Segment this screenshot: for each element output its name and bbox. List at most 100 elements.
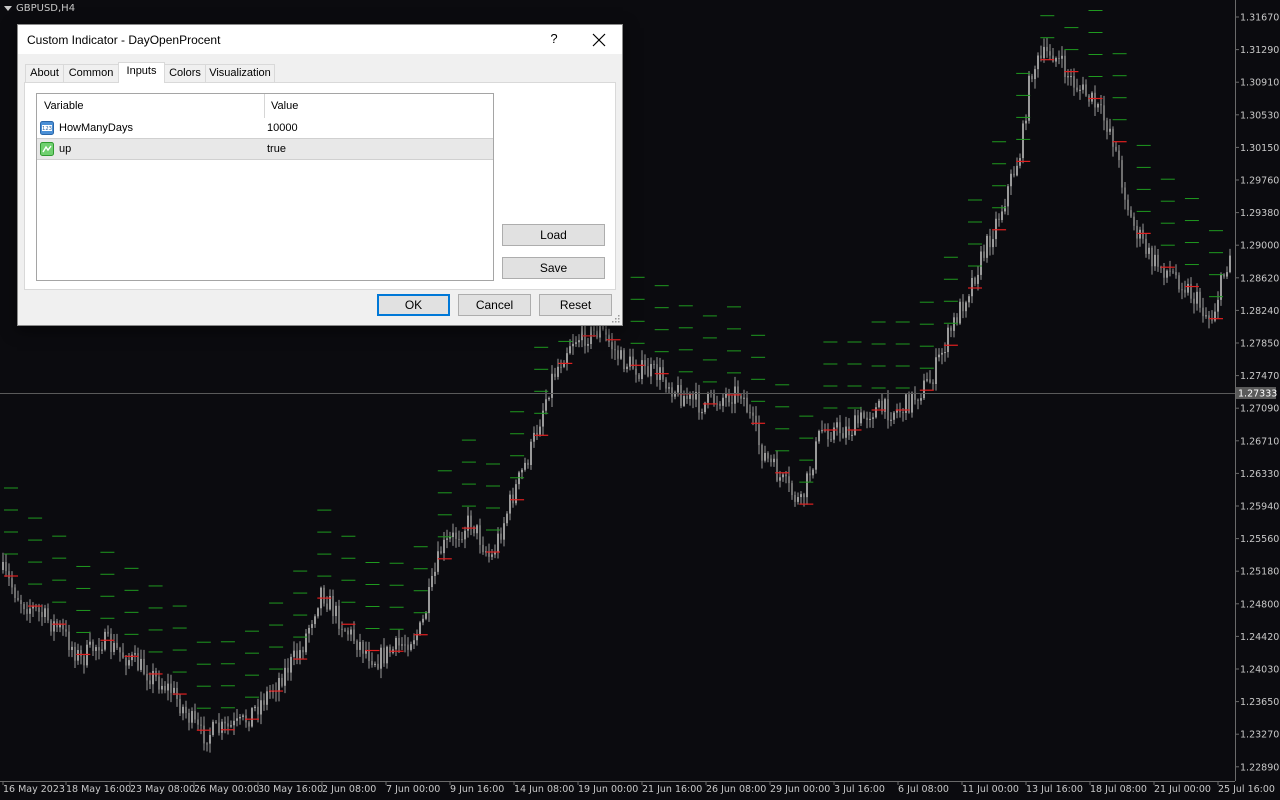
candle-body	[833, 427, 835, 440]
candle-body	[1109, 128, 1111, 132]
column-header-variable[interactable]: Variable	[44, 100, 84, 112]
candle-body	[575, 342, 577, 344]
candle-body	[1130, 210, 1132, 217]
candle-body	[1043, 46, 1045, 59]
cancel-button[interactable]: Cancel	[458, 294, 531, 316]
candle-body	[1220, 274, 1222, 300]
candle-body	[1196, 291, 1198, 304]
price-axis-label: 1.26330	[1240, 469, 1279, 480]
column-header-value[interactable]: Value	[271, 100, 298, 112]
candle-body	[143, 658, 145, 674]
candle-body	[92, 641, 94, 651]
candle-body	[1106, 120, 1108, 132]
candle-body	[437, 551, 439, 572]
candle-body	[209, 734, 211, 744]
input-row-up[interactable]: up true	[37, 138, 493, 160]
help-button[interactable]: ?	[548, 31, 560, 46]
svg-text:123: 123	[42, 126, 52, 132]
column-divider[interactable]	[264, 94, 265, 118]
candle-body	[611, 342, 613, 350]
time-axis-label: 3 Jul 16:00	[834, 784, 885, 795]
inputs-panel: Variable Value 123 HowManyDays 10000 up	[24, 82, 616, 290]
ok-button[interactable]: OK	[377, 294, 450, 316]
candle-body	[494, 552, 496, 555]
candle-body	[1100, 104, 1102, 106]
candle-body	[533, 432, 535, 442]
candle-body	[479, 525, 481, 545]
candle-body	[80, 650, 82, 657]
candle-body	[149, 680, 151, 685]
price-axis-label: 1.30530	[1240, 110, 1279, 121]
candle-body	[1118, 150, 1120, 161]
candle-body	[434, 571, 436, 576]
tab-colors[interactable]: Colors	[164, 64, 206, 82]
tab-common[interactable]: Common	[63, 64, 119, 82]
candle-body	[512, 494, 514, 504]
candle-body	[560, 366, 562, 368]
chart-menu-triangle-icon[interactable]	[4, 5, 12, 11]
input-name: HowManyDays	[59, 122, 133, 134]
time-axis-label: 9 Jun 16:00	[450, 784, 504, 795]
candle-body	[401, 644, 403, 646]
tab-visualization[interactable]: Visualization	[205, 64, 275, 82]
input-row-howmanydays[interactable]: 123 HowManyDays 10000	[37, 118, 493, 138]
candle-body	[671, 387, 673, 397]
grid-header: Variable Value	[37, 94, 493, 118]
candle-body	[638, 374, 640, 379]
candle-body	[1133, 216, 1135, 226]
candle-body	[1199, 291, 1201, 308]
candle-body	[1193, 298, 1195, 304]
candle-body	[509, 494, 511, 514]
candle-body	[185, 706, 187, 713]
candle-body	[1082, 84, 1084, 90]
candle-body	[713, 392, 715, 404]
reset-button[interactable]: Reset	[539, 294, 612, 316]
price-axis-label: 1.23270	[1240, 730, 1279, 741]
candle-body	[518, 472, 520, 485]
resize-grip-icon[interactable]	[612, 315, 620, 323]
candle-body	[188, 712, 190, 723]
tab-about[interactable]: About	[25, 64, 64, 82]
candle-body	[617, 350, 619, 359]
candle-body	[878, 400, 880, 408]
candle-body	[683, 396, 685, 406]
candle-body	[458, 538, 460, 540]
candle-body	[191, 711, 193, 723]
candle-body	[701, 412, 703, 414]
candle-body	[224, 721, 226, 724]
candle-body	[344, 629, 346, 631]
candle-body	[41, 611, 43, 618]
candle-body	[869, 418, 871, 420]
candle-body	[551, 373, 553, 398]
load-button[interactable]: Load	[502, 224, 605, 246]
time-axis-label: 26 May 00:00	[194, 784, 259, 795]
candle-body	[956, 317, 958, 324]
candle-body	[950, 327, 952, 331]
candle-body	[20, 600, 22, 605]
candle-body	[50, 620, 52, 632]
save-button[interactable]: Save	[502, 257, 605, 279]
candle-body	[719, 403, 721, 406]
dialog-titlebar[interactable]: Custom Indicator - DayOpenProcent ?	[18, 25, 622, 54]
candle-body	[680, 385, 682, 406]
candle-body	[1151, 247, 1153, 267]
candle-body	[1040, 55, 1042, 59]
input-value[interactable]: 10000	[267, 122, 298, 134]
candle-body	[326, 603, 328, 610]
input-value[interactable]: true	[267, 143, 286, 155]
candle-body	[248, 722, 250, 727]
candle-body	[287, 667, 289, 673]
price-axis-label: 1.29760	[1240, 176, 1279, 187]
candle-body	[38, 607, 40, 612]
candle-body	[197, 719, 199, 725]
candle-body	[296, 650, 298, 659]
tab-inputs[interactable]: Inputs	[118, 62, 165, 83]
time-axis-label: 18 Jul 08:00	[1090, 784, 1147, 795]
price-axis-label: 1.26710	[1240, 436, 1279, 447]
candle-body	[380, 647, 382, 669]
candle-body	[1148, 247, 1150, 254]
candle-body	[569, 346, 571, 354]
close-icon[interactable]	[590, 31, 608, 49]
price-axis-label: 1.28240	[1240, 306, 1279, 317]
candle-body	[1076, 87, 1078, 91]
